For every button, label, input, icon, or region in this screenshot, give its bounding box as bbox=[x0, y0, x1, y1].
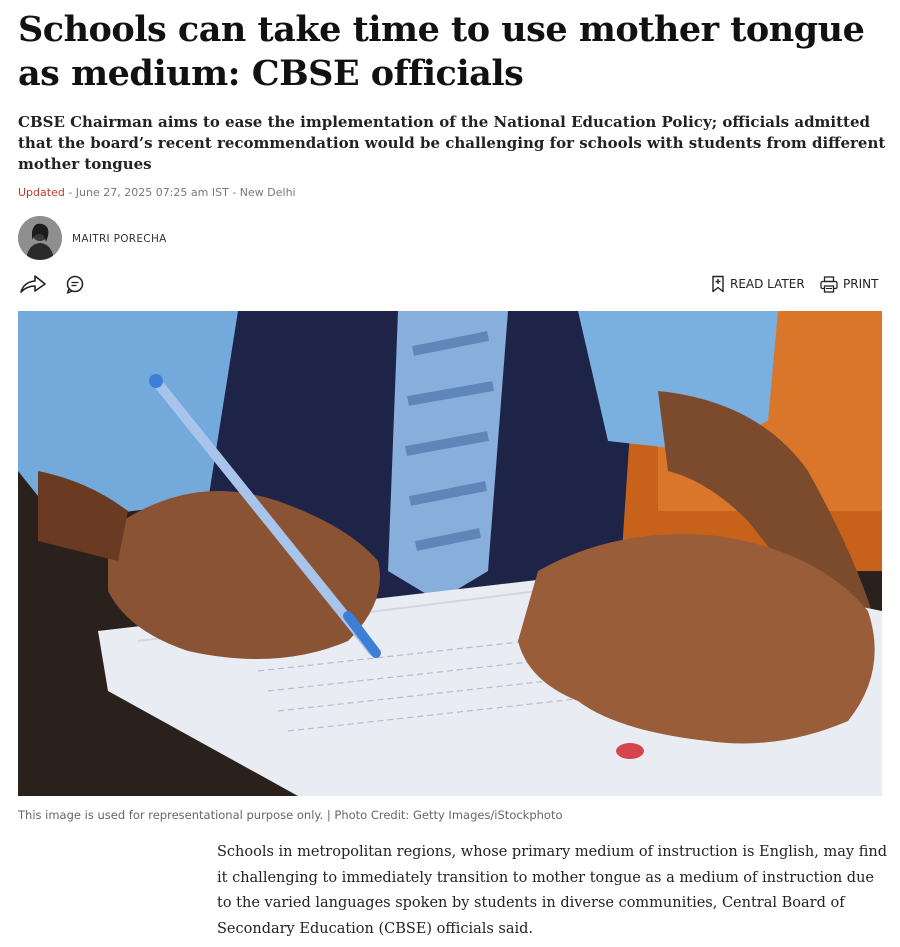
article-body-paragraph: Schools in metropolitan regions, whose p… bbox=[217, 844, 887, 937]
comment-button[interactable] bbox=[64, 274, 86, 296]
share-icon bbox=[20, 275, 46, 293]
print-icon bbox=[820, 275, 838, 293]
comment-icon bbox=[66, 275, 84, 294]
article-meta: Updated - June 27, 2025 07:25 am IST - N… bbox=[18, 186, 296, 199]
author-name[interactable]: MAITRI PORECHA bbox=[72, 233, 167, 245]
photo-caption: This image is used for representational … bbox=[18, 808, 563, 822]
author-avatar[interactable] bbox=[18, 216, 62, 260]
updated-label: Updated bbox=[18, 186, 65, 199]
dateline: - June 27, 2025 07:25 am IST - New Delhi bbox=[64, 186, 296, 199]
article-standfirst: CBSE Chairman aims to ease the implement… bbox=[18, 113, 886, 173]
article-headline: Schools can take time to use mother tong… bbox=[18, 9, 865, 94]
article-photo bbox=[18, 311, 882, 796]
print-button[interactable]: PRINT bbox=[820, 274, 878, 294]
bookmark-icon bbox=[712, 275, 724, 293]
print-label: PRINT bbox=[843, 277, 879, 291]
read-later-button[interactable]: READ LATER bbox=[711, 274, 805, 294]
share-button[interactable] bbox=[18, 272, 48, 296]
read-later-label: READ LATER bbox=[730, 277, 805, 291]
